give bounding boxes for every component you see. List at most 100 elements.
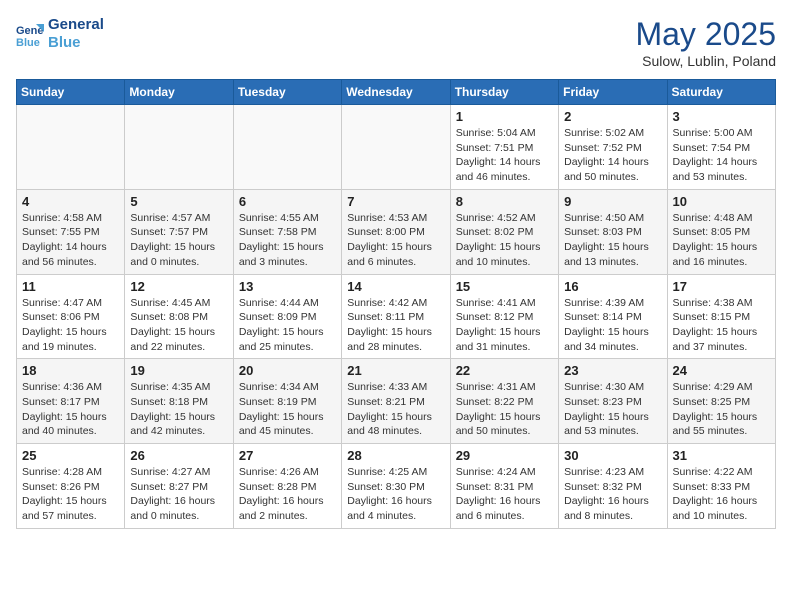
calendar-cell: 3Sunrise: 5:00 AM Sunset: 7:54 PM Daylig…	[667, 105, 775, 190]
calendar-header-row: SundayMondayTuesdayWednesdayThursdayFrid…	[17, 80, 776, 105]
calendar-cell: 20 Sunrise: 4:34 AM Sunset: 8:19 PM Dayli…	[233, 359, 341, 444]
day-info: Sunrise: 4:41 AM Sunset: 8:12 PM Dayligh…	[456, 296, 553, 355]
day-info: Sunrise: 4:48 AM Sunset: 8:05 PM Dayligh…	[673, 211, 770, 270]
calendar-week-row: 25 Sunrise: 4:28 AM Sunset: 8:26 PM Dayli…	[17, 444, 776, 529]
day-number: 4	[22, 194, 119, 209]
calendar-table: SundayMondayTuesdayWednesdayThursdayFrid…	[16, 79, 776, 529]
title-block: May 2025 Sulow, Lublin, Poland	[635, 16, 776, 69]
calendar-cell: 15 Sunrise: 4:41 AM Sunset: 8:12 PM Dayli…	[450, 274, 558, 359]
day-number: 9	[564, 194, 661, 209]
calendar-cell: 16 Sunrise: 4:39 AM Sunset: 8:14 PM Dayli…	[559, 274, 667, 359]
day-header-friday: Friday	[559, 80, 667, 105]
day-number: 27	[239, 448, 336, 463]
day-info: Sunrise: 4:28 AM Sunset: 8:26 PM Dayligh…	[22, 465, 119, 524]
day-info: Sunrise: 5:02 AM Sunset: 7:52 PM Dayligh…	[564, 126, 661, 185]
calendar-cell: 23Sunrise: 4:30 AM Sunset: 8:23 PM Dayli…	[559, 359, 667, 444]
day-info: Sunrise: 4:36 AM Sunset: 8:17 PM Dayligh…	[22, 380, 119, 439]
day-number: 6	[239, 194, 336, 209]
day-info: Sunrise: 4:50 AM Sunset: 8:03 PM Dayligh…	[564, 211, 661, 270]
day-number: 5	[130, 194, 227, 209]
day-info: Sunrise: 4:25 AM Sunset: 8:30 PM Dayligh…	[347, 465, 444, 524]
day-number: 29	[456, 448, 553, 463]
day-info: Sunrise: 4:33 AM Sunset: 8:21 PM Dayligh…	[347, 380, 444, 439]
calendar-cell: 22 Sunrise: 4:31 AM Sunset: 8:22 PM Dayli…	[450, 359, 558, 444]
day-info: Sunrise: 4:34 AM Sunset: 8:19 PM Dayligh…	[239, 380, 336, 439]
logo-text-general: General	[48, 16, 104, 34]
calendar-week-row: 11 Sunrise: 4:47 AM Sunset: 8:06 PM Dayli…	[17, 274, 776, 359]
day-number: 18	[22, 363, 119, 378]
day-header-tuesday: Tuesday	[233, 80, 341, 105]
day-info: Sunrise: 4:27 AM Sunset: 8:27 PM Dayligh…	[130, 465, 227, 524]
calendar-cell: 24Sunrise: 4:29 AM Sunset: 8:25 PM Dayli…	[667, 359, 775, 444]
day-info: Sunrise: 4:47 AM Sunset: 8:06 PM Dayligh…	[22, 296, 119, 355]
day-number: 7	[347, 194, 444, 209]
calendar-cell: 8Sunrise: 4:52 AM Sunset: 8:02 PM Daylig…	[450, 189, 558, 274]
calendar-cell: 1Sunrise: 5:04 AM Sunset: 7:51 PM Daylig…	[450, 105, 558, 190]
day-info: Sunrise: 5:00 AM Sunset: 7:54 PM Dayligh…	[673, 126, 770, 185]
svg-text:Blue: Blue	[16, 37, 40, 48]
calendar-cell: 25 Sunrise: 4:28 AM Sunset: 8:26 PM Dayli…	[17, 444, 125, 529]
day-info: Sunrise: 4:35 AM Sunset: 8:18 PM Dayligh…	[130, 380, 227, 439]
logo-icon: General Blue	[16, 20, 44, 48]
day-info: Sunrise: 4:44 AM Sunset: 8:09 PM Dayligh…	[239, 296, 336, 355]
day-number: 28	[347, 448, 444, 463]
day-number: 12	[130, 279, 227, 294]
calendar-cell: 13 Sunrise: 4:44 AM Sunset: 8:09 PM Dayli…	[233, 274, 341, 359]
day-number: 30	[564, 448, 661, 463]
day-number: 26	[130, 448, 227, 463]
logo-text-blue: Blue	[48, 34, 104, 52]
day-number: 15	[456, 279, 553, 294]
calendar-cell	[17, 105, 125, 190]
day-number: 31	[673, 448, 770, 463]
calendar-cell: 21 Sunrise: 4:33 AM Sunset: 8:21 PM Dayli…	[342, 359, 450, 444]
day-number: 2	[564, 109, 661, 124]
calendar-cell: 7 Sunrise: 4:53 AM Sunset: 8:00 PM Daylig…	[342, 189, 450, 274]
calendar-cell: 19 Sunrise: 4:35 AM Sunset: 8:18 PM Dayli…	[125, 359, 233, 444]
calendar-cell: 6 Sunrise: 4:55 AM Sunset: 7:58 PM Daylig…	[233, 189, 341, 274]
logo: General Blue General Blue	[16, 16, 104, 52]
calendar-week-row: 1Sunrise: 5:04 AM Sunset: 7:51 PM Daylig…	[17, 105, 776, 190]
day-header-wednesday: Wednesday	[342, 80, 450, 105]
calendar-cell: 17 Sunrise: 4:38 AM Sunset: 8:15 PM Dayli…	[667, 274, 775, 359]
calendar-cell: 27 Sunrise: 4:26 AM Sunset: 8:28 PM Dayli…	[233, 444, 341, 529]
day-info: Sunrise: 4:58 AM Sunset: 7:55 PM Dayligh…	[22, 211, 119, 270]
day-info: Sunrise: 4:24 AM Sunset: 8:31 PM Dayligh…	[456, 465, 553, 524]
day-info: Sunrise: 4:31 AM Sunset: 8:22 PM Dayligh…	[456, 380, 553, 439]
calendar-cell	[125, 105, 233, 190]
day-info: Sunrise: 4:39 AM Sunset: 8:14 PM Dayligh…	[564, 296, 661, 355]
day-number: 20	[239, 363, 336, 378]
calendar-cell: 26 Sunrise: 4:27 AM Sunset: 8:27 PM Dayli…	[125, 444, 233, 529]
day-info: Sunrise: 4:26 AM Sunset: 8:28 PM Dayligh…	[239, 465, 336, 524]
day-header-thursday: Thursday	[450, 80, 558, 105]
day-info: Sunrise: 4:55 AM Sunset: 7:58 PM Dayligh…	[239, 211, 336, 270]
calendar-cell: 28 Sunrise: 4:25 AM Sunset: 8:30 PM Dayli…	[342, 444, 450, 529]
calendar-week-row: 4 Sunrise: 4:58 AM Sunset: 7:55 PM Daylig…	[17, 189, 776, 274]
day-info: Sunrise: 4:53 AM Sunset: 8:00 PM Dayligh…	[347, 211, 444, 270]
day-info: Sunrise: 4:42 AM Sunset: 8:11 PM Dayligh…	[347, 296, 444, 355]
day-info: Sunrise: 4:29 AM Sunset: 8:25 PM Dayligh…	[673, 380, 770, 439]
calendar-cell	[233, 105, 341, 190]
day-number: 8	[456, 194, 553, 209]
day-number: 13	[239, 279, 336, 294]
calendar-cell: 18 Sunrise: 4:36 AM Sunset: 8:17 PM Dayli…	[17, 359, 125, 444]
day-header-saturday: Saturday	[667, 80, 775, 105]
day-number: 22	[456, 363, 553, 378]
day-number: 14	[347, 279, 444, 294]
calendar-cell: 10Sunrise: 4:48 AM Sunset: 8:05 PM Dayli…	[667, 189, 775, 274]
day-number: 16	[564, 279, 661, 294]
calendar-cell	[342, 105, 450, 190]
calendar-cell: 9 Sunrise: 4:50 AM Sunset: 8:03 PM Daylig…	[559, 189, 667, 274]
location-subtitle: Sulow, Lublin, Poland	[635, 53, 776, 69]
calendar-cell: 4 Sunrise: 4:58 AM Sunset: 7:55 PM Daylig…	[17, 189, 125, 274]
calendar-cell: 29 Sunrise: 4:24 AM Sunset: 8:31 PM Dayli…	[450, 444, 558, 529]
day-info: Sunrise: 4:38 AM Sunset: 8:15 PM Dayligh…	[673, 296, 770, 355]
day-number: 25	[22, 448, 119, 463]
month-title: May 2025	[635, 16, 776, 53]
day-header-sunday: Sunday	[17, 80, 125, 105]
calendar-week-row: 18 Sunrise: 4:36 AM Sunset: 8:17 PM Dayli…	[17, 359, 776, 444]
calendar-cell: 2 Sunrise: 5:02 AM Sunset: 7:52 PM Daylig…	[559, 105, 667, 190]
day-number: 21	[347, 363, 444, 378]
day-number: 11	[22, 279, 119, 294]
day-number: 17	[673, 279, 770, 294]
day-number: 19	[130, 363, 227, 378]
